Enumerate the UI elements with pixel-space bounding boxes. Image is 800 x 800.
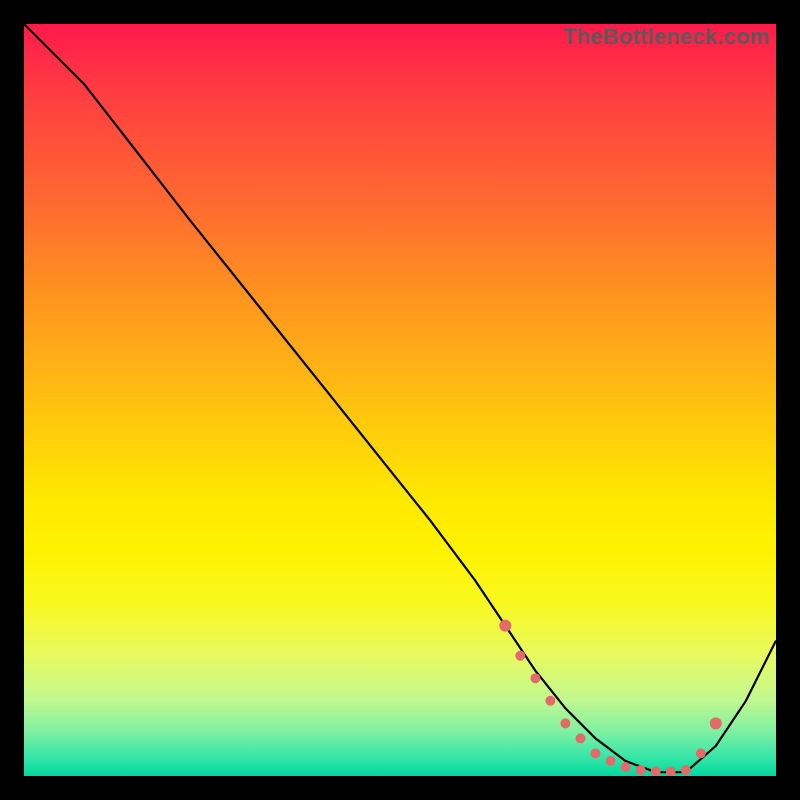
marker-dot [530,673,540,683]
marker-dot [636,765,646,775]
marker-dot [681,765,691,775]
marker-dot [666,767,676,777]
chart-overlay [24,24,776,776]
marker-dot [651,767,661,777]
curve-line [24,24,776,772]
marker-dot [576,733,586,743]
marker-dot [515,651,525,661]
marker-dot [710,717,722,729]
marker-dot [560,718,570,728]
chart-plot-area: TheBottleneck.com [24,24,776,776]
chart-stage: TheBottleneck.com [0,0,800,800]
marker-dot [591,748,601,758]
marker-dot [606,756,616,766]
marker-dot [696,748,706,758]
marker-dot [499,620,511,632]
marker-dot [545,696,555,706]
marker-group [499,620,722,776]
marker-dot [621,762,631,772]
